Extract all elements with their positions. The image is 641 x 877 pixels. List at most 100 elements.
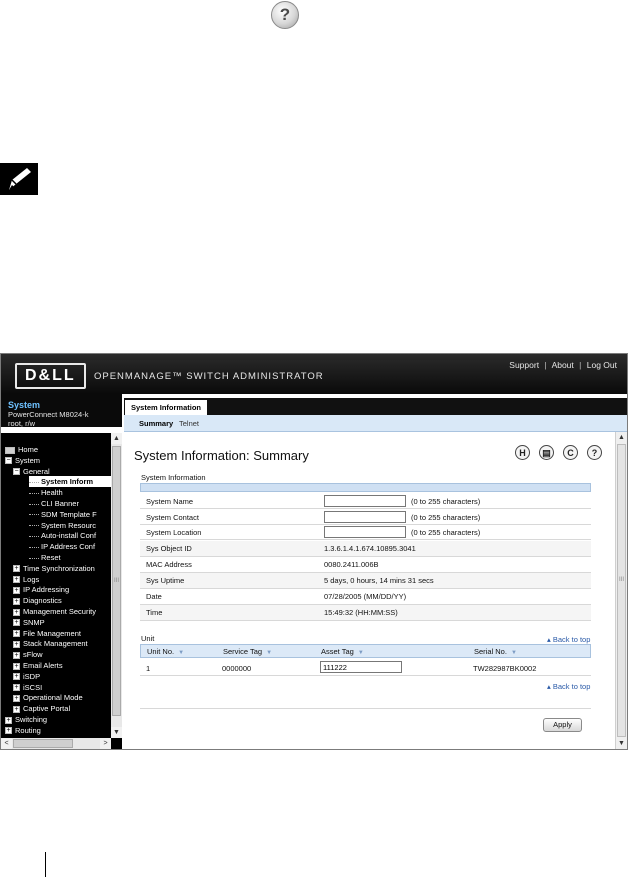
asset-tag-input[interactable] <box>320 661 402 673</box>
sidebar-item-routing[interactable]: + Routing <box>5 725 41 736</box>
sort-arrow-icon[interactable]: ▼ <box>511 650 517 656</box>
help-icon[interactable]: ? <box>587 445 602 460</box>
page-title: System Information: Summary <box>134 448 309 463</box>
sidebar-item-stack-management[interactable]: + Stack Management <box>13 638 88 649</box>
expand-icon[interactable]: + <box>13 662 20 670</box>
support-link[interactable]: Support <box>509 360 539 370</box>
page-margin-rule <box>45 852 46 877</box>
text-field[interactable] <box>324 526 406 538</box>
subtab-telnet[interactable]: Telnet <box>179 419 199 428</box>
scroll-grip-icon: III <box>618 577 624 583</box>
tab-system-information[interactable]: System Information <box>125 400 208 415</box>
about-link[interactable]: About <box>552 360 574 370</box>
expand-icon[interactable]: + <box>13 694 20 702</box>
system-title[interactable]: System <box>8 400 40 410</box>
scroll-up-icon[interactable]: ▲ <box>111 433 122 444</box>
sidebar-item-captive-portal[interactable]: + Captive Portal <box>13 703 70 714</box>
sidebar-item-system-resourc[interactable]: System Resourc <box>29 520 96 531</box>
column-header[interactable]: Unit No. ▼ <box>147 647 184 656</box>
scroll-down-icon[interactable]: ▼ <box>616 738 627 749</box>
sidebar-item-time-synchronization[interactable]: + Time Synchronization <box>13 563 95 574</box>
sidebar-item-general[interactable]: − General <box>13 466 50 477</box>
sidebar-item-auto-install-conf[interactable]: Auto-install Conf <box>29 530 96 541</box>
sidebar-item-sdm-template-f[interactable]: SDM Template F <box>29 509 97 520</box>
sidebar-item-sflow[interactable]: + sFlow <box>13 649 43 660</box>
text-field[interactable] <box>324 495 406 507</box>
sidebar-item-cli-banner[interactable]: CLI Banner <box>29 498 79 509</box>
scroll-left-icon[interactable]: < <box>1 738 12 749</box>
collapse-icon[interactable]: − <box>5 457 12 465</box>
scroll-thumb[interactable] <box>617 444 626 737</box>
sidebar-item-reset[interactable]: Reset <box>29 552 61 563</box>
sidebar-item-label: IP Address Conf <box>41 542 96 552</box>
column-label: Service Tag <box>223 647 263 656</box>
print-icon[interactable]: ▤ <box>539 445 554 460</box>
sort-arrow-icon[interactable]: ▼ <box>266 650 272 656</box>
expand-icon[interactable]: + <box>13 640 20 648</box>
sidebar-item-switching[interactable]: + Switching <box>5 714 47 725</box>
expand-icon[interactable]: + <box>5 727 12 735</box>
sidebar-item-label: System Resourc <box>41 520 97 530</box>
sidebar-item-ip-addressing[interactable]: + IP Addressing <box>13 584 69 595</box>
scroll-right-icon[interactable]: > <box>100 738 111 749</box>
sidebar-item-snmp[interactable]: + SNMP <box>13 617 45 628</box>
apply-button[interactable]: Apply <box>543 718 582 732</box>
back-to-top-link[interactable]: ▴ Back to top <box>547 635 590 644</box>
expand-icon[interactable]: + <box>13 586 20 594</box>
expand-icon[interactable]: + <box>13 597 20 605</box>
collapse-icon[interactable]: − <box>13 468 20 476</box>
nav-vertical-scrollbar[interactable]: ▲ III ▼ <box>111 433 122 738</box>
expand-icon[interactable]: + <box>13 576 20 584</box>
expand-icon[interactable]: + <box>13 651 20 659</box>
logout-link[interactable]: Log Out <box>587 360 617 370</box>
sidebar-item-management-security[interactable]: + Management Security <box>13 606 96 617</box>
sidebar-item-logs[interactable]: + Logs <box>13 574 39 585</box>
expand-icon[interactable]: + <box>13 630 20 638</box>
column-header[interactable]: Serial No. ▼ <box>474 647 517 656</box>
sidebar-item-iscsi[interactable]: + iSCSI <box>13 682 42 693</box>
sidebar-item-isdp[interactable]: + iSDP <box>13 671 40 682</box>
main-vertical-scrollbar[interactable]: ▲ III ▼ <box>615 432 627 749</box>
unit-no-cell: 1 <box>146 664 151 673</box>
sidebar-item-label: System Inform <box>41 477 94 487</box>
scroll-thumb[interactable] <box>13 739 73 748</box>
info-row: System Contact (0 to 255 characters) <box>140 510 591 525</box>
sidebar-item-file-management[interactable]: + File Management <box>13 628 81 639</box>
sidebar-item-label: Health <box>41 488 63 498</box>
scroll-up-icon[interactable]: ▲ <box>616 432 627 443</box>
tree-connector <box>29 525 39 527</box>
field-value: 07/28/2005 (MM/DD/YY) <box>324 591 407 601</box>
sort-arrow-icon[interactable]: ▼ <box>358 650 364 656</box>
expand-icon[interactable]: + <box>13 705 20 713</box>
column-header[interactable]: Service Tag ▼ <box>223 647 272 656</box>
sidebar-item-operational-mode[interactable]: + Operational Mode <box>13 692 83 703</box>
expand-icon[interactable]: + <box>13 673 20 681</box>
text-field[interactable] <box>324 510 406 523</box>
scroll-down-icon[interactable]: ▼ <box>111 727 122 738</box>
sidebar-item-diagnostics[interactable]: + Diagnostics <box>13 595 62 606</box>
sidebar-item-health[interactable]: Health <box>29 487 63 498</box>
expand-icon[interactable]: + <box>13 565 20 573</box>
column-header[interactable]: Asset Tag ▼ <box>321 647 364 656</box>
field-label: Sys Uptime <box>146 575 185 585</box>
sidebar-item-system-inform[interactable]: System Inform <box>29 476 111 488</box>
tree-connector <box>29 481 39 483</box>
back-to-top-link[interactable]: ▴ Back to top <box>547 682 590 691</box>
save-icon[interactable]: H <box>515 445 530 460</box>
help-icon: ? <box>271 1 299 29</box>
sidebar-item-label: Captive Portal <box>23 704 71 714</box>
expand-icon[interactable]: + <box>13 608 20 616</box>
sort-arrow-icon[interactable]: ▼ <box>178 650 184 656</box>
expand-icon[interactable]: + <box>5 716 12 724</box>
service-tag-cell: 0000000 <box>222 664 252 673</box>
sidebar-item-email-alerts[interactable]: + Email Alerts <box>13 660 63 671</box>
sidebar-item-home[interactable]: Home <box>5 444 38 455</box>
subtab-summary[interactable]: Summary <box>139 419 173 428</box>
expand-icon[interactable]: + <box>13 619 20 627</box>
sidebar-item-system[interactable]: − System <box>5 455 40 466</box>
sidebar-item-ip-address-conf[interactable]: IP Address Conf <box>29 541 95 552</box>
refresh-icon[interactable]: C <box>563 445 578 460</box>
nav-horizontal-scrollbar[interactable]: < > <box>1 738 111 749</box>
field-label: MAC Address <box>146 559 192 569</box>
expand-icon[interactable]: + <box>13 684 20 692</box>
